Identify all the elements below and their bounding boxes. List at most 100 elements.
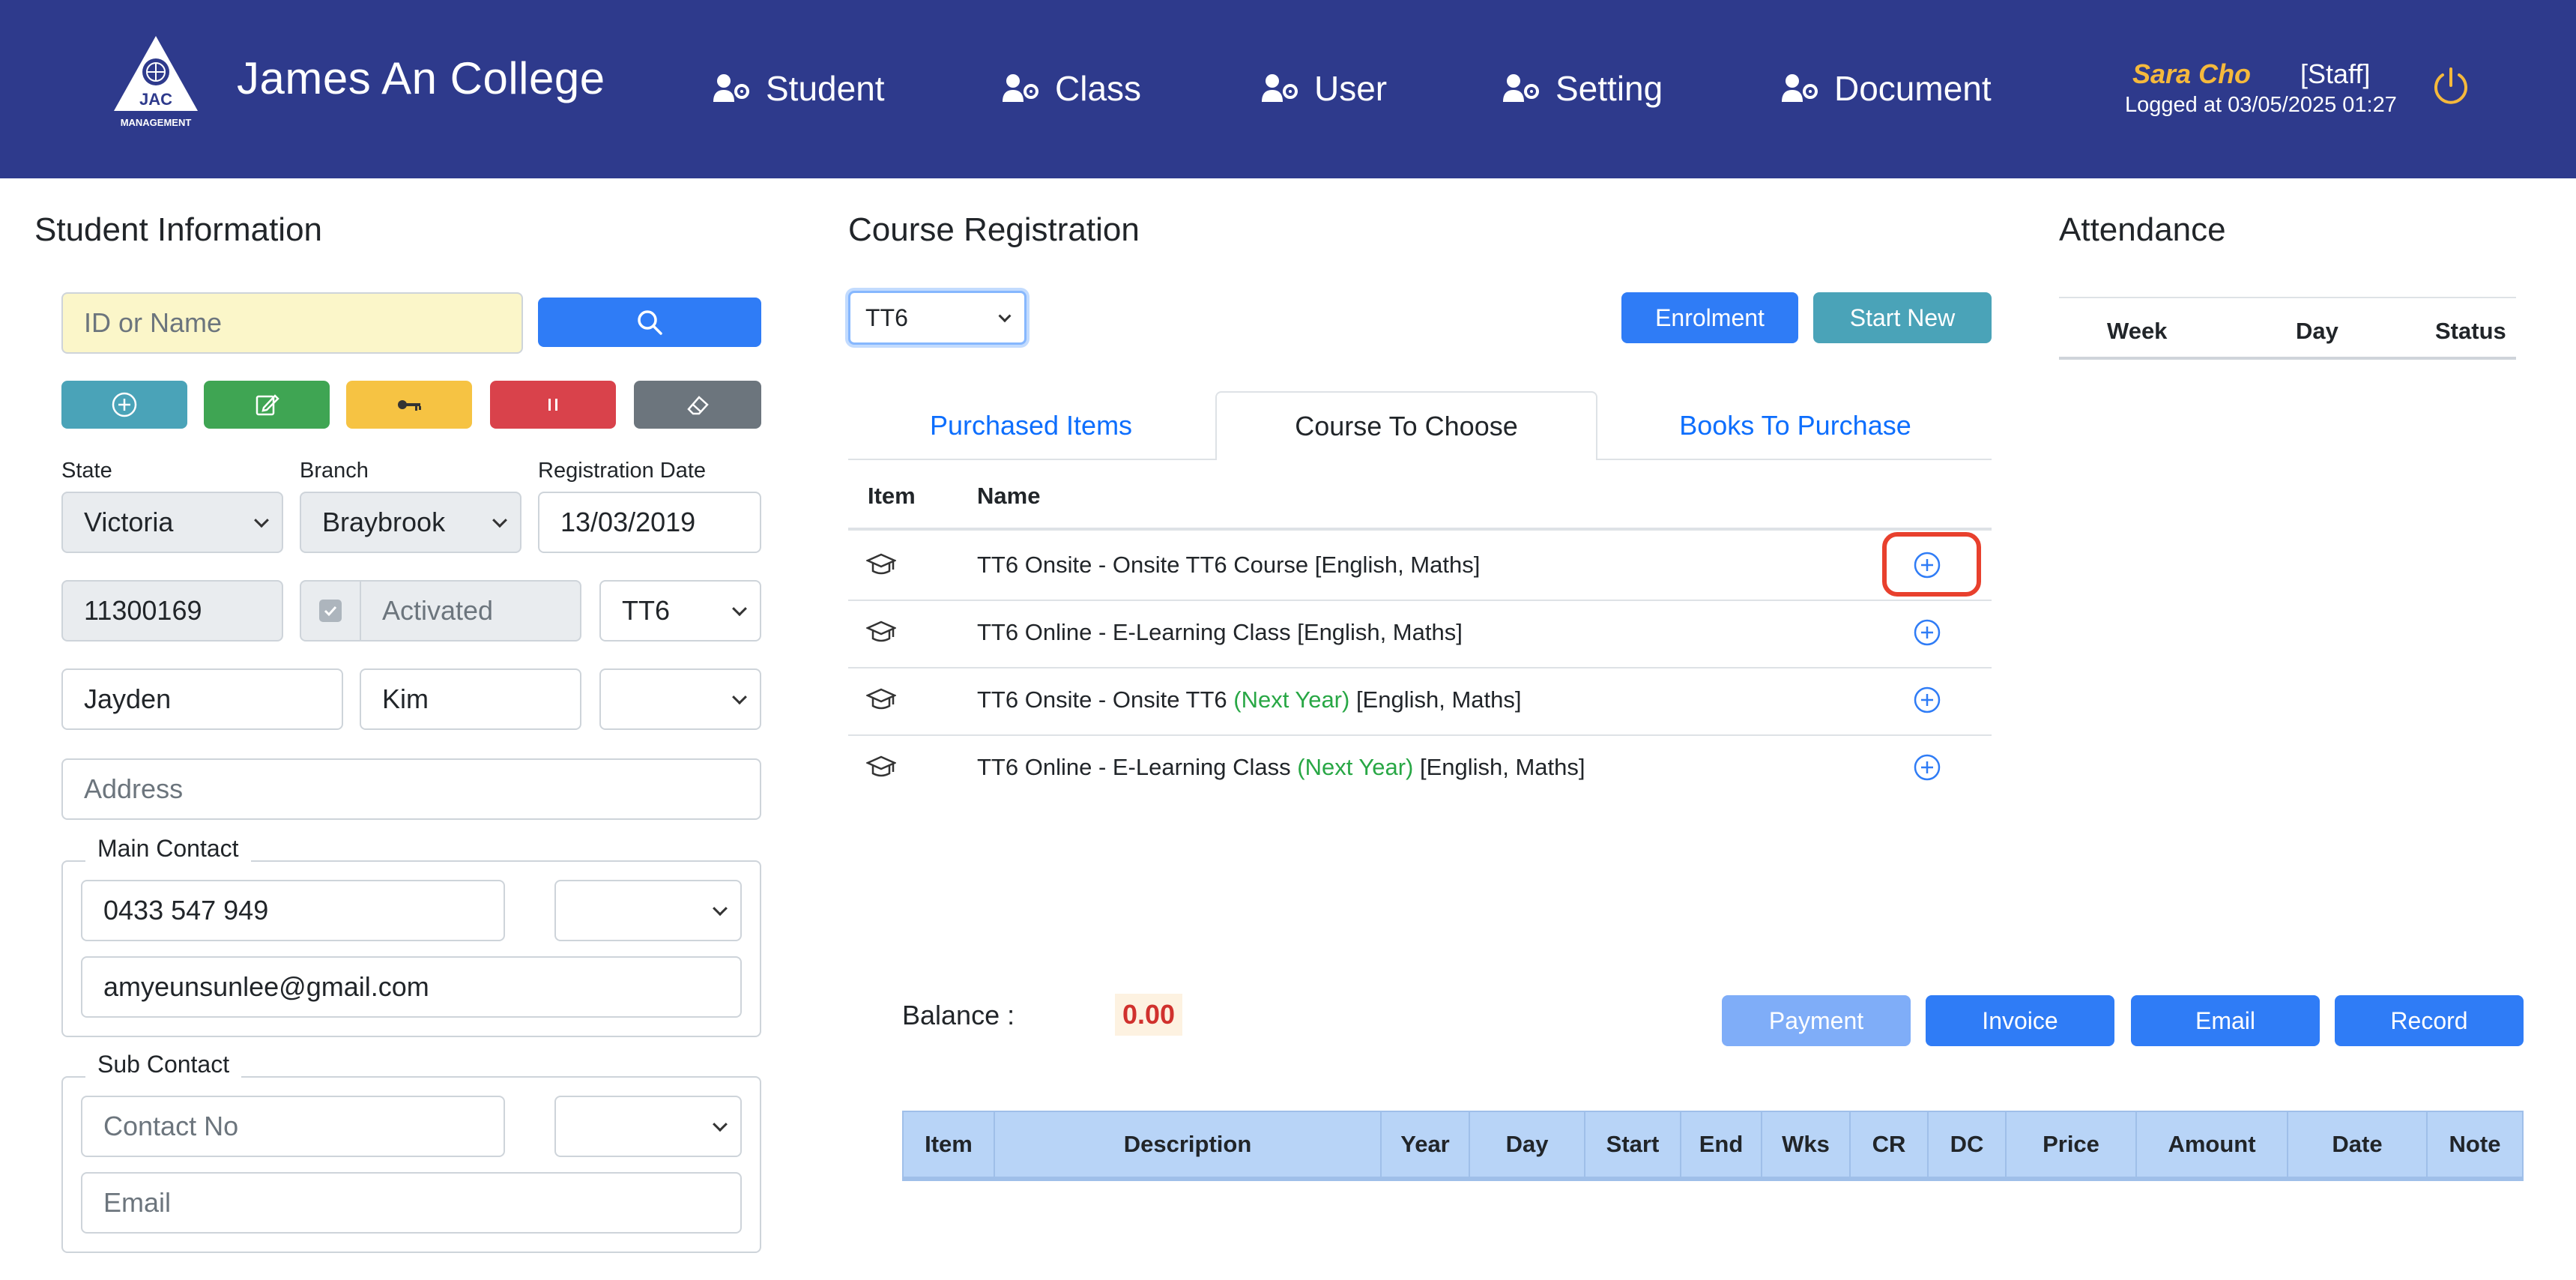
- row-divider: [848, 667, 1992, 668]
- col-end: End: [1681, 1112, 1762, 1177]
- grade-select[interactable]: TT6: [599, 580, 761, 641]
- chevron-down-icon: [492, 513, 507, 528]
- nav-class[interactable]: Class: [1001, 66, 1141, 111]
- payment-button[interactable]: Payment: [1722, 995, 1911, 1046]
- billing-table-header: Item Description Year Day Start End Wks …: [902, 1111, 2524, 1178]
- start-new-button[interactable]: Start New: [1813, 292, 1992, 343]
- col-start: Start: [1585, 1112, 1681, 1177]
- nav-document[interactable]: Document: [1780, 66, 1992, 111]
- search-input[interactable]: ID or Name: [61, 292, 523, 354]
- state-select[interactable]: Victoria: [61, 492, 283, 553]
- record-button[interactable]: Record: [2335, 995, 2524, 1046]
- student-info-title: Student Information: [34, 211, 323, 248]
- user-gear-icon: [1262, 74, 1298, 102]
- pause-button[interactable]: [490, 381, 616, 429]
- power-icon[interactable]: [2431, 64, 2471, 105]
- plus-circle-icon[interactable]: [1912, 685, 1942, 715]
- col-cr: CR: [1851, 1112, 1929, 1177]
- activated-checkbox[interactable]: [319, 600, 342, 622]
- plus-circle-icon[interactable]: [1912, 618, 1942, 647]
- col-amount: Amount: [2137, 1112, 2288, 1177]
- nav-user[interactable]: User: [1260, 66, 1387, 111]
- main-contact-legend: Main Contact: [85, 835, 251, 863]
- sub-contact-email-input[interactable]: Email: [81, 1172, 742, 1234]
- graduation-cap-icon: [866, 755, 896, 777]
- nav-student[interactable]: Student: [712, 66, 885, 111]
- check-icon: [324, 606, 337, 617]
- nav-user-label: User: [1314, 69, 1388, 108]
- plus-circle-icon[interactable]: [1912, 752, 1942, 782]
- graduation-cap-icon: [866, 621, 896, 642]
- branch-select[interactable]: Braybrook: [300, 492, 521, 553]
- chevron-down-icon: [713, 1117, 728, 1132]
- registration-date-input[interactable]: 13/03/2019: [538, 492, 761, 553]
- registration-date-label: Registration Date: [538, 459, 707, 483]
- chevron-down-icon: [732, 601, 747, 617]
- search-button[interactable]: [538, 298, 761, 347]
- main-contact-phone-input[interactable]: 0433 547 949: [81, 880, 505, 941]
- plus-circle-icon: [112, 392, 137, 417]
- activated-field[interactable]: Activated: [300, 580, 581, 641]
- attendance-header-divider: [2059, 357, 2516, 360]
- nav-setting[interactable]: Setting: [1502, 66, 1663, 111]
- course-grade-select[interactable]: TT6: [848, 291, 1027, 345]
- next-year-tag: (Next Year): [1297, 754, 1414, 780]
- nav-document-label: Document: [1834, 69, 1992, 108]
- brand-title[interactable]: James An College: [237, 52, 605, 104]
- graduation-cap-icon: [866, 553, 896, 575]
- nav-setting-label: Setting: [1555, 69, 1663, 108]
- invoice-button[interactable]: Invoice: [1926, 995, 2114, 1046]
- attendance-col-week: Week: [2107, 318, 2168, 344]
- nav-class-label: Class: [1055, 69, 1142, 108]
- key-icon: [398, 400, 421, 411]
- course-row-name: TT6 Onsite - Onsite TT6 (Next Year) [Eng…: [977, 686, 1521, 713]
- tab-books-to-purchase[interactable]: Books To Purchase: [1599, 391, 1992, 460]
- col-day: Day: [1470, 1112, 1585, 1177]
- activated-checkbox-wrap[interactable]: [301, 582, 361, 640]
- chevron-down-icon: [732, 689, 747, 705]
- login-timestamp: Logged at 03/05/2025 01:27: [2125, 93, 2397, 117]
- attendance-title: Attendance: [2059, 211, 2226, 248]
- email-button[interactable]: Email: [2131, 995, 2320, 1046]
- chevron-down-icon: [713, 901, 728, 917]
- logo-subtext: MANAGEMENT: [121, 117, 192, 128]
- activated-label: Activated: [382, 595, 494, 626]
- course-row-name: TT6 Online - E-Learning Class (Next Year…: [977, 754, 1585, 781]
- table-header-divider: [848, 528, 1992, 531]
- address-input[interactable]: Address: [61, 758, 761, 820]
- balance-value: 0.00: [1115, 994, 1182, 1036]
- tab-purchased-items[interactable]: Purchased Items: [848, 391, 1214, 460]
- last-name-input[interactable]: Kim: [360, 668, 581, 730]
- pause-icon: [548, 399, 557, 411]
- main-contact-email-input[interactable]: amyeunsunlee@gmail.com: [81, 956, 742, 1018]
- user-role: [Staff]: [2300, 58, 2371, 89]
- sub-contact-phone-input[interactable]: Contact No: [81, 1096, 505, 1157]
- tab-course-to-choose[interactable]: Course To Choose: [1215, 391, 1597, 460]
- clear-button[interactable]: [634, 381, 761, 429]
- billing-table-bottom-border: [902, 1178, 2524, 1181]
- college-logo[interactable]: JAC MANAGEMENT: [109, 33, 202, 129]
- course-subjects-text: [English, Maths]: [1349, 686, 1522, 713]
- next-year-tag: (Next Year): [1233, 686, 1350, 713]
- branch-value: Braybrook: [322, 507, 446, 537]
- col-price: Price: [2007, 1112, 2137, 1177]
- enrolment-button[interactable]: Enrolment: [1621, 292, 1798, 343]
- state-label: State: [61, 459, 112, 483]
- course-row-name: TT6 Onsite - Onsite TT6 Course [English,…: [977, 552, 1480, 579]
- course-name-text: TT6 Online - E-Learning Class [English, …: [977, 619, 1463, 645]
- edit-student-button[interactable]: [204, 381, 330, 429]
- add-student-button[interactable]: [61, 381, 187, 429]
- first-name-input[interactable]: Jayden: [61, 668, 343, 730]
- col-date: Date: [2288, 1112, 2428, 1177]
- col-dc: DC: [1929, 1112, 2007, 1177]
- attendance-col-day: Day: [2296, 318, 2338, 344]
- key-button[interactable]: [346, 381, 472, 429]
- course-name-text: TT6 Onsite - Onsite TT6: [977, 686, 1234, 713]
- sub-contact-relation-select[interactable]: [554, 1096, 742, 1157]
- gender-select[interactable]: [599, 668, 761, 730]
- graduation-cap-icon: [866, 688, 896, 710]
- user-gear-icon: [713, 74, 749, 102]
- main-contact-relation-select[interactable]: [554, 880, 742, 941]
- course-row-name: TT6 Online - E-Learning Class [English, …: [977, 619, 1463, 646]
- nav-student-label: Student: [766, 69, 885, 108]
